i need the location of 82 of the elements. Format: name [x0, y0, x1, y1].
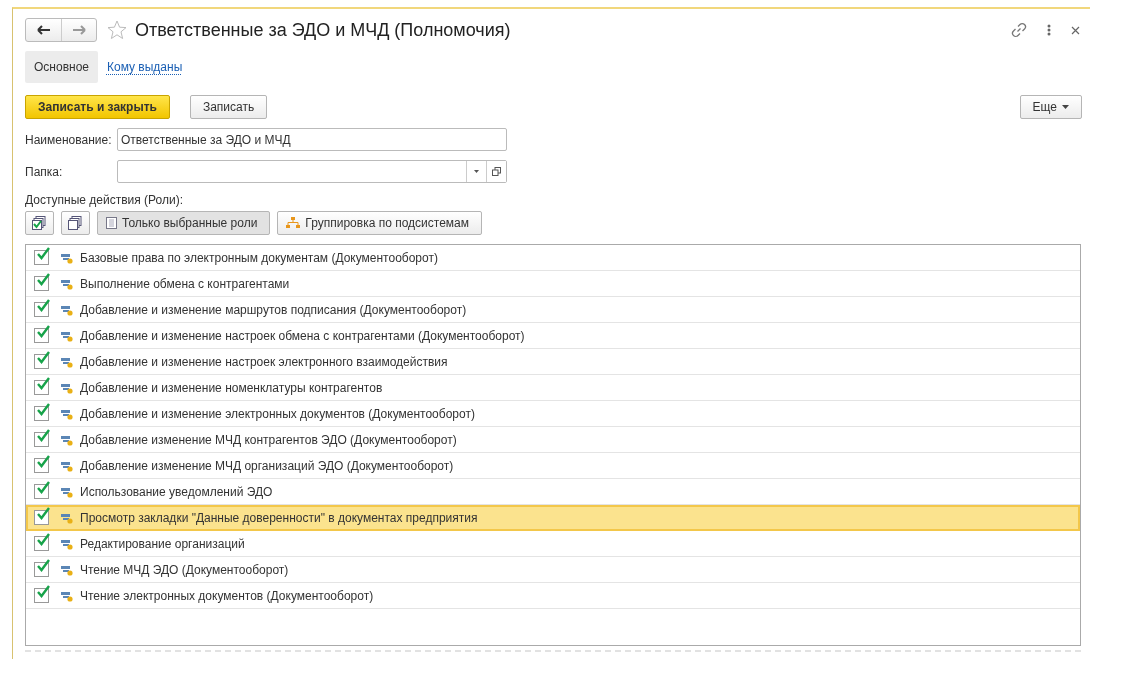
- link-icon[interactable]: [1011, 22, 1027, 38]
- role-name: Просмотр закладки "Данные доверенности" в документах предприятия: [80, 510, 478, 525]
- role-checkbox[interactable]: [34, 458, 49, 473]
- role-icon: [61, 407, 73, 420]
- role-checkbox[interactable]: [34, 510, 49, 525]
- role-name: Добавление изменение МЧД организаций ЭДО (Документооборот): [80, 458, 454, 473]
- group-by-subsystem-button[interactable]: Группировка по подсистемам: [277, 211, 482, 235]
- role-row[interactable]: Чтение МЧД ЭДО (Документооборот): [26, 557, 1080, 583]
- role-icon: [61, 485, 73, 498]
- role-row[interactable]: Добавление и изменение номенклатуры контрагентов: [26, 375, 1080, 401]
- more-button[interactable]: Еще: [1019, 95, 1082, 119]
- check-all-button[interactable]: [25, 211, 54, 235]
- role-row[interactable]: Просмотр закладки "Данные доверенности" в документах предприятия: [26, 505, 1080, 531]
- role-icon: [61, 459, 73, 472]
- role-icon: [61, 537, 73, 550]
- field-label: Наименование:: [25, 132, 113, 147]
- selected-roles-toggle[interactable]: Только выбранные роли: [97, 211, 271, 235]
- role-name: Чтение МЧД ЭДО (Документооборот): [80, 562, 289, 577]
- field-label: Папка:: [25, 164, 64, 179]
- checked-boxes-icon: [32, 216, 46, 230]
- role-name: Добавление и изменение настроек обмена с контрагентами (Документооборот): [80, 328, 525, 343]
- role-checkbox[interactable]: [34, 302, 49, 317]
- empty-boxes-icon: [68, 216, 82, 230]
- caret-icon: [1062, 105, 1069, 109]
- role-checkbox[interactable]: [34, 328, 49, 343]
- star-icon[interactable]: [107, 20, 127, 40]
- role-icon: [61, 251, 73, 264]
- role-checkbox[interactable]: [34, 562, 49, 577]
- role-name: Добавление и изменение настроек электронного взаимодействия: [80, 354, 448, 369]
- role-checkbox[interactable]: [34, 484, 49, 499]
- role-name: Чтение электронных документов (Документооборот): [80, 588, 374, 603]
- role-name: Добавление изменение МЧД контрагентов ЭДО (Документооборот): [80, 432, 457, 447]
- role-row[interactable]: Добавление изменение МЧД контрагентов ЭДО (Документооборот): [26, 427, 1080, 453]
- role-name: Использование уведомлений ЭДО: [80, 484, 273, 499]
- role-row[interactable]: Добавление изменение МЧД организаций ЭДО (Документооборот): [26, 453, 1080, 479]
- role-checkbox[interactable]: [34, 276, 49, 291]
- list-icon: [106, 217, 117, 229]
- role-row[interactable]: Выполнение обмена с контрагентами: [26, 271, 1080, 297]
- role-checkbox[interactable]: [34, 588, 49, 603]
- role-icon: [61, 303, 73, 316]
- role-icon: [61, 589, 73, 602]
- role-icon: [61, 329, 73, 342]
- close-icon[interactable]: [1071, 25, 1080, 35]
- right-arrow-icon: [72, 25, 86, 35]
- tab[interactable]: Кому выданы: [98, 51, 192, 83]
- role-row[interactable]: Базовые права по электронным документам (Документооборот): [26, 245, 1080, 271]
- save-and-close-button[interactable]: Записать и закрыть: [25, 95, 170, 119]
- tab[interactable]: Основное: [25, 51, 98, 83]
- role-icon: [61, 563, 73, 576]
- role-checkbox[interactable]: [34, 432, 49, 447]
- uncheck-all-button[interactable]: [61, 211, 90, 235]
- role-name: Добавление и изменение маршрутов подписания (Документооборот): [80, 302, 467, 317]
- name-field[interactable]: Ответственные за ЭДО и МЧД: [117, 128, 507, 151]
- role-row[interactable]: Редактирование организаций: [26, 531, 1080, 557]
- role-row[interactable]: Добавление и изменение электронных документов (Документооборот): [26, 401, 1080, 427]
- role-icon: [61, 381, 73, 394]
- role-name: Добавление и изменение номенклатуры контрагентов: [80, 380, 383, 395]
- role-name: Базовые права по электронным документам (Документооборот): [80, 250, 438, 265]
- folder-field[interactable]: [117, 160, 507, 183]
- left-arrow-icon: [36, 25, 51, 35]
- role-checkbox[interactable]: [34, 380, 49, 395]
- window-title: Ответственные за ЭДО и МЧД (Полномочия): [135, 19, 512, 41]
- save-button[interactable]: Записать: [189, 95, 268, 119]
- open-window-icon[interactable]: [486, 161, 506, 182]
- role-row[interactable]: Добавление и изменение настроек электронного взаимодействия: [26, 349, 1080, 375]
- role-icon: [61, 277, 73, 290]
- role-icon: [61, 433, 73, 446]
- role-row[interactable]: Добавление и изменение маршрутов подписания (Документооборот): [26, 297, 1080, 323]
- hierarchy-icon: [286, 217, 301, 229]
- role-icon: [61, 355, 73, 368]
- roles-label: Доступные действия (Роли):: [25, 193, 185, 207]
- role-name: Выполнение обмена с контрагентами: [80, 276, 290, 291]
- role-row[interactable]: Чтение электронных документов (Документооборот): [26, 583, 1080, 609]
- role-row[interactable]: Добавление и изменение настроек обмена с контрагентами (Документооборот): [26, 323, 1080, 349]
- role-checkbox[interactable]: [34, 250, 49, 265]
- role-checkbox[interactable]: [34, 536, 49, 551]
- role-checkbox[interactable]: [34, 406, 49, 421]
- role-checkbox[interactable]: [34, 354, 49, 369]
- role-name: Редактирование организаций: [80, 536, 245, 551]
- role-name: Добавление и изменение электронных документов (Документооборот): [80, 406, 475, 421]
- more-menu-icon[interactable]: [1047, 24, 1051, 36]
- role-icon: [61, 511, 73, 524]
